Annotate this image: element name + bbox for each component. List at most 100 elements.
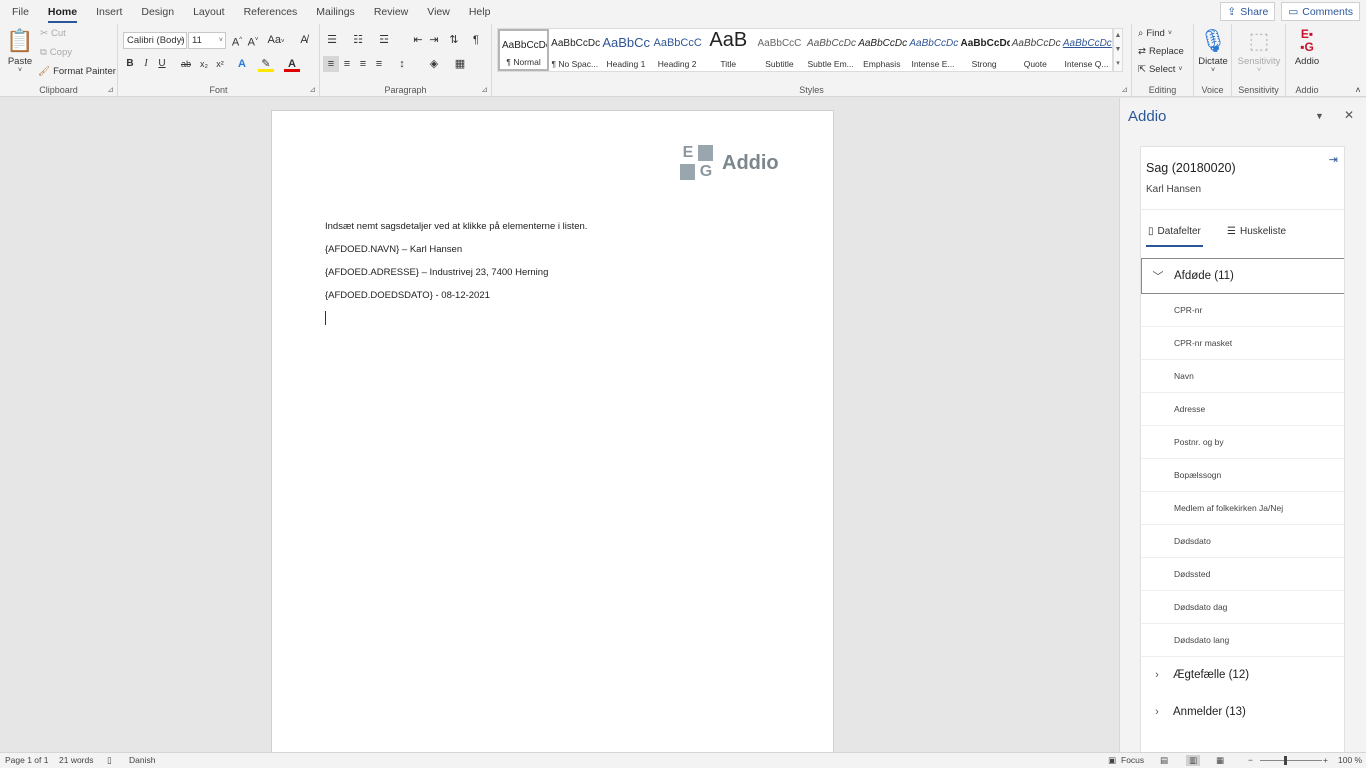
close-icon[interactable]: ✕	[1344, 108, 1354, 122]
style-subtle-emphasis[interactable]: AaBbCcDc Subtle Em...	[805, 29, 856, 71]
replace-button[interactable]: ⇄ Replace	[1138, 46, 1184, 57]
sort-icon[interactable]: ⇅	[446, 32, 462, 48]
comments-button[interactable]: ▭ Comments	[1281, 2, 1360, 21]
pilcrow-icon[interactable]: ¶	[468, 32, 484, 48]
tab-huskeliste[interactable]: ☰ Huskeliste	[1227, 226, 1286, 237]
tab-datafelter[interactable]: ▯ Datafelter	[1146, 226, 1203, 247]
document-page[interactable]: E G Addio Indsæt nemt sagsdetaljer ved a…	[271, 110, 834, 755]
multilevel-list-icon[interactable]: ☲	[376, 32, 392, 48]
doc-intro-line[interactable]: Indsæt nemt sagsdetaljer ved at klikke p…	[325, 221, 587, 232]
zoom-out-icon[interactable]: −	[1248, 755, 1253, 765]
list-item[interactable]: Dødsdato lang	[1141, 624, 1344, 657]
style-intense-emphasis[interactable]: AaBbCcDc Intense E...	[907, 29, 958, 71]
section-aegtefaelle[interactable]: › Ægtefælle (12)	[1141, 657, 1344, 693]
list-item[interactable]: Medlem af folkekirken Ja/Nej	[1141, 492, 1344, 525]
italic-button[interactable]: I	[138, 56, 154, 72]
section-anmelder[interactable]: › Anmelder (13)	[1141, 694, 1344, 730]
tab-view[interactable]: View	[419, 0, 458, 24]
sign-out-icon[interactable]: ⇥	[1329, 153, 1338, 166]
pane-options-icon[interactable]: ▼	[1315, 111, 1324, 121]
chevron-down-icon[interactable]: ▼	[1114, 43, 1122, 57]
dictate-button[interactable]: 🎙 Dictate ˅	[1196, 26, 1230, 74]
section-afdoede[interactable]: ﹀ Afdøde (11)	[1141, 258, 1344, 294]
borders-icon[interactable]: ▦	[452, 56, 468, 72]
list-item[interactable]: Dødsdato dag	[1141, 591, 1344, 624]
tab-help[interactable]: Help	[461, 0, 499, 24]
highlight-icon[interactable]: ✎	[258, 56, 274, 72]
list-item[interactable]: CPR-nr masket	[1141, 327, 1344, 360]
align-center-icon[interactable]: ≡	[339, 56, 355, 72]
superscript-button[interactable]: x²	[212, 56, 228, 72]
read-mode-icon[interactable]: ▤	[1160, 755, 1168, 766]
page-count[interactable]: Page 1 of 1	[5, 755, 48, 765]
style-heading-2[interactable]: AaBbCcC Heading 2	[652, 29, 703, 71]
tab-home[interactable]: Home	[40, 0, 85, 24]
tab-layout[interactable]: Layout	[185, 0, 233, 24]
web-layout-icon[interactable]: ▦	[1216, 755, 1224, 766]
tab-design[interactable]: Design	[133, 0, 182, 24]
sensitivity-button[interactable]: ⬚ Sensitivity ˅	[1234, 26, 1284, 74]
tab-insert[interactable]: Insert	[88, 0, 130, 24]
style-title[interactable]: AaB Title	[703, 29, 754, 71]
addio-button[interactable]: E▪ ▪G Addio	[1290, 26, 1324, 68]
style-strong[interactable]: AaBbCcDc Strong	[959, 29, 1010, 71]
clear-formatting-icon[interactable]: A̸	[296, 32, 312, 48]
bullets-icon[interactable]: ☰	[324, 32, 340, 48]
list-item[interactable]: Bopælssogn	[1141, 459, 1344, 492]
list-item[interactable]: Postnr. og by	[1141, 426, 1344, 459]
dialog-launcher-icon[interactable]: ⊿	[1121, 85, 1128, 94]
justify-icon[interactable]: ≡	[371, 56, 387, 72]
subscript-button[interactable]: x₂	[196, 56, 212, 72]
dialog-launcher-icon[interactable]: ⊿	[107, 85, 114, 94]
style-quote[interactable]: AaBbCcDc Quote	[1010, 29, 1061, 71]
style-emphasis[interactable]: AaBbCcDc Emphasis	[856, 29, 907, 71]
zoom-level[interactable]: 100 %	[1338, 755, 1362, 765]
font-size-select[interactable]: 11 ˅	[188, 32, 226, 49]
align-left-icon[interactable]: ≡	[323, 56, 339, 72]
doc-field-address[interactable]: {AFDOED.ADRESSE} – Industrivej 23, 7400 …	[325, 267, 548, 278]
list-item[interactable]: CPR-nr	[1141, 294, 1344, 327]
styles-scroll[interactable]: ▲ ▼ ▾	[1113, 28, 1123, 72]
shading-icon[interactable]: ◈	[426, 56, 442, 72]
decrease-indent-icon[interactable]: ⇤	[410, 32, 426, 48]
tab-file[interactable]: File	[4, 0, 37, 24]
zoom-slider-handle[interactable]	[1284, 756, 1287, 765]
zoom-in-icon[interactable]: +	[1323, 755, 1328, 765]
more-icon[interactable]: ▾	[1114, 57, 1122, 71]
find-button[interactable]: ⌕ Find ˅	[1138, 28, 1172, 39]
numbering-icon[interactable]: ☷	[350, 32, 366, 48]
list-item[interactable]: Adresse	[1141, 393, 1344, 426]
chevron-up-icon[interactable]: ▲	[1114, 29, 1122, 43]
dialog-launcher-icon[interactable]: ⊿	[481, 85, 488, 94]
underline-button[interactable]: U	[154, 56, 170, 72]
tab-references[interactable]: References	[236, 0, 306, 24]
proofing-icon[interactable]: ▯	[107, 755, 112, 766]
tab-mailings[interactable]: Mailings	[308, 0, 363, 24]
paste-button[interactable]: 📋 Paste ˅	[6, 26, 34, 74]
language[interactable]: Danish	[129, 755, 155, 765]
text-effects-icon[interactable]: A	[234, 56, 250, 72]
list-item[interactable]: Dødsdato	[1141, 525, 1344, 558]
tab-review[interactable]: Review	[366, 0, 416, 24]
copy-button[interactable]: ⧉ Copy	[40, 47, 72, 58]
shrink-font-button[interactable]: A˅	[245, 32, 261, 49]
grow-font-button[interactable]: A^	[229, 32, 245, 49]
increase-indent-icon[interactable]: ⇥	[426, 32, 442, 48]
focus-button[interactable]: Focus	[1121, 755, 1144, 765]
font-family-select[interactable]: Calibri (Body) ˅	[123, 32, 187, 49]
cut-button[interactable]: ✂ Cut	[40, 28, 66, 39]
line-spacing-icon[interactable]: ↕	[394, 56, 410, 72]
style-heading-1[interactable]: AaBbCc Heading 1	[600, 29, 651, 71]
print-layout-icon[interactable]: ▥	[1186, 755, 1201, 766]
style-subtitle[interactable]: AaBbCcC Subtitle	[754, 29, 805, 71]
collapse-ribbon-icon[interactable]: ˄	[1350, 82, 1366, 98]
bold-button[interactable]: B	[122, 56, 138, 72]
style-normal[interactable]: AaBbCcDc ¶ Normal	[498, 29, 550, 71]
format-painter-button[interactable]: 🖌 Format Painter	[38, 66, 116, 77]
share-button[interactable]: ⇪ Share	[1220, 2, 1276, 21]
doc-field-name[interactable]: {AFDOED.NAVN} – Karl Hansen	[325, 244, 462, 255]
dialog-launcher-icon[interactable]: ⊿	[309, 85, 316, 94]
select-button[interactable]: ⇱ Select ˅	[1138, 64, 1182, 75]
zoom-slider[interactable]	[1260, 760, 1322, 761]
change-case-button[interactable]: Aa˅	[265, 32, 287, 48]
